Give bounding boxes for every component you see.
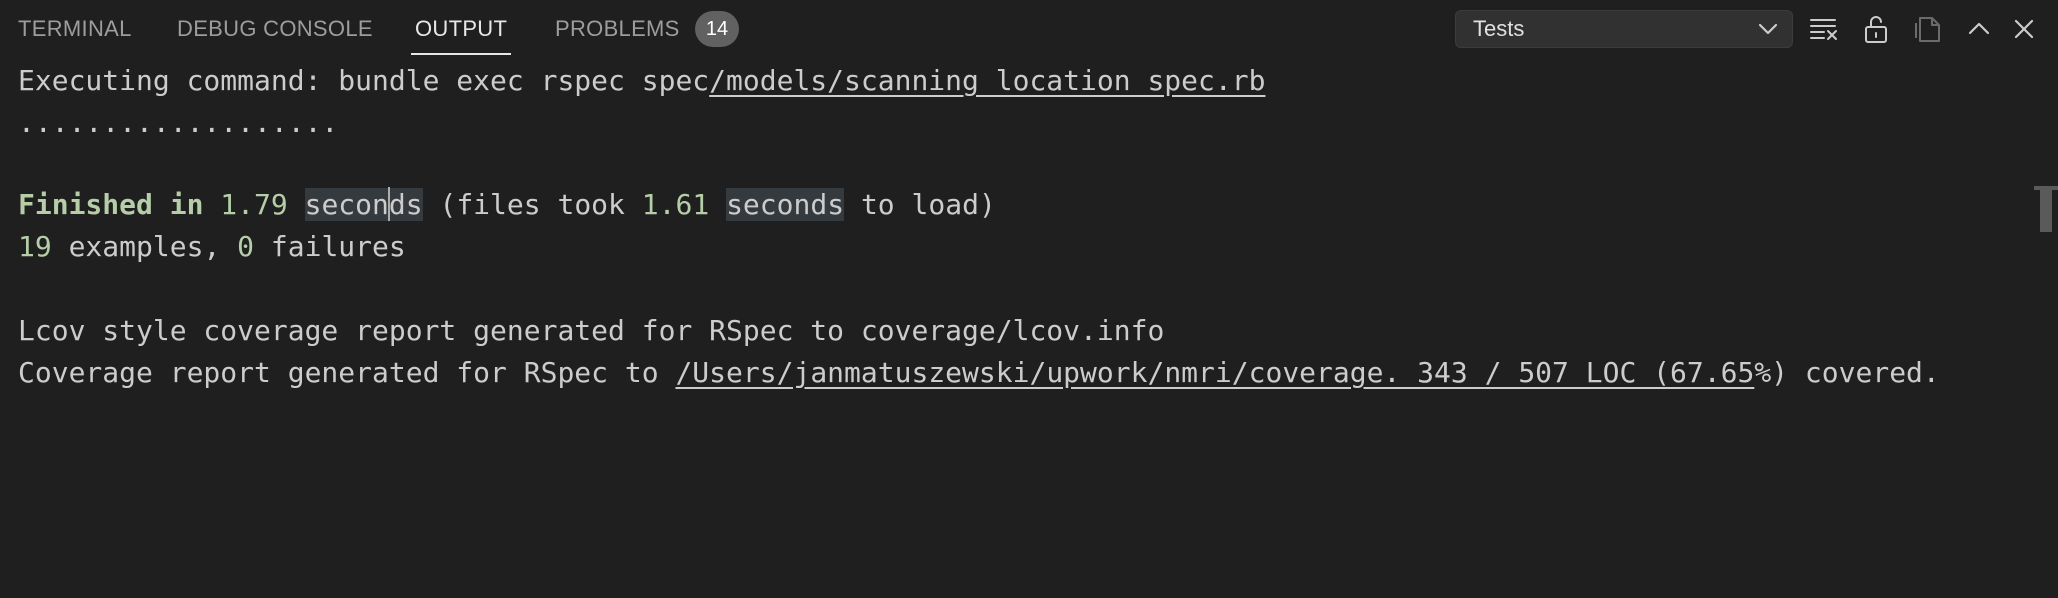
output-line: ................... <box>18 102 338 144</box>
tab-problems[interactable]: PROBLEMS <box>555 0 680 58</box>
clear-output-icon <box>1810 19 1837 40</box>
command-text: Executing command: bundle exec rspec spe… <box>18 64 710 97</box>
lcov-report-text: Lcov style coverage report generated for… <box>18 314 1165 347</box>
examples-label: examples, <box>68 230 221 263</box>
close-panel-button[interactable] <box>2006 11 2042 47</box>
word-part: ds <box>388 188 423 221</box>
spec-file-link[interactable]: /models/scanning_location_spec.rb <box>709 64 1265 97</box>
output-line: 19 examples, 0 failures <box>18 226 406 268</box>
coverage-suffix: %) covered. <box>1754 356 1940 389</box>
selected-word: seconds <box>304 187 423 221</box>
maximize-panel-button[interactable] <box>1961 11 1997 47</box>
word-part: secon <box>304 188 389 221</box>
load-time-value: 1.61 <box>641 188 710 221</box>
examples-count: 19 <box>18 230 52 263</box>
files-took-text: (files took <box>439 188 625 221</box>
coverage-prefix: Coverage report generated for RSpec to <box>18 356 676 389</box>
open-in-editor-button[interactable] <box>1911 11 1947 47</box>
tab-output[interactable]: OUTPUT <box>415 0 507 58</box>
output-line: Finished in 1.79 seconds (files took 1.6… <box>18 184 996 226</box>
duration-value: 1.79 <box>220 188 288 221</box>
output-line: Coverage report generated for RSpec to /… <box>18 352 1940 394</box>
finished-label: Finished in <box>18 188 204 221</box>
failures-count: 0 <box>237 230 255 263</box>
scrollbar-cursor-marker[interactable] <box>2034 186 2058 232</box>
output-channel-select[interactable]: Tests <box>1455 10 1793 48</box>
clear-output-button[interactable] <box>1806 11 1842 47</box>
highlighted-word: seconds <box>726 188 845 221</box>
tab-debug-console[interactable]: DEBUG CONSOLE <box>177 0 373 58</box>
problems-count-badge: 14 <box>695 11 739 47</box>
failures-label: failures <box>270 230 406 263</box>
progress-dots: ................... <box>18 106 339 139</box>
tab-terminal[interactable]: TERMINAL <box>18 0 132 58</box>
open-in-editor-icon <box>1915 17 1940 42</box>
active-tab-indicator <box>411 53 511 55</box>
lock-scroll-button[interactable] <box>1858 11 1894 47</box>
lock-scroll-icon <box>1865 16 1887 43</box>
output-line: Lcov style coverage report generated for… <box>18 310 1164 352</box>
output-line: Executing command: bundle exec rspec spe… <box>18 60 1265 102</box>
chevron-down-icon <box>1758 23 1778 35</box>
close-icon <box>2014 19 2034 39</box>
output-channel-value: Tests <box>1473 16 1525 41</box>
coverage-path-link[interactable]: /Users/janmatuszewski/upwork/nmri/covera… <box>675 356 1754 389</box>
to-load-text: to load) <box>860 188 996 221</box>
panel-tab-bar: TERMINAL DEBUG CONSOLE OUTPUT PROBLEMS 1… <box>0 0 2058 58</box>
chevron-up-icon <box>1968 22 1990 35</box>
